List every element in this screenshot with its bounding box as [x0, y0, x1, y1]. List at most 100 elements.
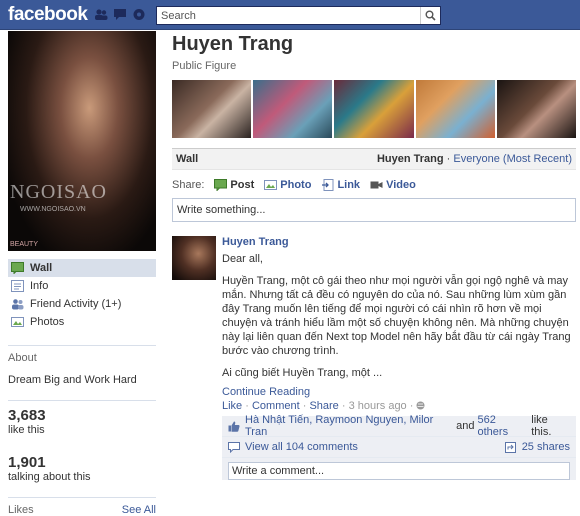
strip-photo[interactable]: [253, 80, 333, 138]
wall-composer: [172, 198, 576, 222]
share-option-label: Photo: [280, 179, 312, 191]
about-section: About Dream Big and Work Hard: [8, 345, 156, 386]
share-option-label: Post: [230, 179, 255, 191]
talking-count: 1,901: [8, 454, 46, 471]
sidebar-item-friend-activity[interactable]: Friend Activity (1+): [8, 295, 156, 313]
share-video-button[interactable]: Video: [370, 179, 416, 191]
story-teaser: Ai cũng biết Huyền Trang, một ...: [222, 367, 383, 379]
friend-requests-icon[interactable]: [94, 8, 108, 21]
share-option-label: Link: [337, 179, 361, 191]
shares-count: 25 shares: [521, 441, 570, 453]
likers-names[interactable]: Hà Nhật Tiến, Raymoon Nguyen, Milor Tran: [245, 414, 453, 438]
thumbs-up-icon: [228, 421, 240, 432]
comments-summary: View all 104 comments 25 shares: [222, 437, 576, 458]
view-comments-label: View all 104 comments: [245, 441, 358, 453]
share-link-button[interactable]: Link: [321, 179, 360, 191]
talking-label: talking about this: [8, 471, 91, 483]
photos-icon: [11, 316, 24, 328]
wall-story: Huyen Trang Dear all, Huyền Trang, một c…: [172, 236, 576, 480]
search-input[interactable]: [157, 7, 417, 24]
link-icon: [321, 179, 334, 191]
top-bar: facebook: [0, 0, 580, 30]
sidebar-nav: Wall Info Friend Activity (1+) Photos: [8, 259, 156, 331]
comment-input[interactable]: [232, 465, 569, 477]
globe-icon: [416, 400, 425, 412]
sidebar-item-label: Info: [30, 280, 49, 292]
strip-photo[interactable]: [172, 80, 252, 138]
picture-url: WWW.NGOISAO.VN: [20, 206, 86, 213]
strip-photo[interactable]: [415, 80, 495, 138]
likers-others[interactable]: 562 others: [478, 414, 529, 438]
story-body: Huyen Trang Dear all, Huyền Trang, một c…: [222, 236, 576, 480]
wall-header: Wall Huyen Trang · Everyone (Most Recent…: [172, 148, 576, 170]
comment-icon: [228, 441, 240, 453]
like-link[interactable]: Like: [222, 400, 242, 412]
wall-title: Wall: [176, 153, 199, 165]
share-link[interactable]: Share: [309, 400, 338, 412]
strip-photo[interactable]: [334, 80, 414, 138]
likes-count: 3,683: [8, 407, 46, 424]
likes-section-title: Likes: [8, 504, 34, 516]
see-all-link[interactable]: See All: [122, 504, 156, 516]
story-actions: Like · Comment · Share · 3 hours ago ·: [222, 400, 576, 412]
wall-owner[interactable]: Huyen Trang: [377, 153, 444, 165]
story-greeting: Dear all,: [222, 253, 263, 265]
likes-stat: 3,683 like this: [8, 400, 156, 436]
sidebar-item-wall[interactable]: Wall: [8, 259, 156, 277]
main-column: Huyen Trang Public Figure Wall Huyen Tra…: [172, 31, 577, 480]
left-column: NGOISAO WWW.NGOISAO.VN BEAUTY Wall Info …: [8, 31, 156, 516]
wall-icon: [11, 262, 24, 274]
share-post-button[interactable]: Post: [214, 179, 254, 191]
shares-link[interactable]: 25 shares: [504, 441, 570, 453]
share-icon: [504, 441, 517, 453]
share-photo-button[interactable]: Photo: [264, 179, 311, 191]
wall-separator: ·: [446, 153, 451, 165]
sidebar-item-label: Wall: [30, 262, 53, 274]
composer-input[interactable]: [177, 204, 575, 216]
sidebar-item-label: Friend Activity (1+): [30, 298, 122, 310]
likes-section-header: Likes See All: [8, 497, 156, 516]
likers-suffix: like this.: [531, 414, 552, 438]
picture-brand: BEAUTY: [10, 241, 39, 248]
profile-picture[interactable]: NGOISAO WWW.NGOISAO.VN BEAUTY: [8, 31, 156, 251]
continue-reading-link[interactable]: Continue Reading: [222, 386, 576, 398]
search-box: [156, 6, 441, 25]
share-label: Share:: [172, 179, 205, 191]
friend-activity-icon: [11, 298, 24, 310]
talking-stat: 1,901 talking about this: [8, 450, 156, 483]
feedback-panel: Hà Nhật Tiến, Raymoon Nguyen, Milor Tran…: [222, 414, 576, 480]
wall-filter: Huyen Trang · Everyone (Most Recent): [377, 153, 572, 165]
page-category: Public Figure: [172, 60, 237, 72]
search-icon[interactable]: [420, 7, 440, 24]
status-icon: [214, 179, 228, 191]
comment-box: [228, 462, 570, 480]
share-bar: Share: Post Photo Link Video: [172, 178, 576, 192]
comment-link[interactable]: Comment: [252, 400, 300, 412]
share-option-label: Video: [386, 179, 416, 191]
sidebar-item-label: Photos: [30, 316, 65, 328]
story-timestamp[interactable]: 3 hours ago: [349, 400, 407, 412]
picture-watermark: NGOISAO: [10, 181, 107, 203]
about-text: Dream Big and Work Hard: [8, 374, 137, 386]
messages-icon[interactable]: [113, 8, 127, 21]
page-title: Huyen Trang: [172, 33, 294, 55]
photo-icon: [264, 179, 278, 191]
likers-and: and: [456, 420, 475, 432]
story-paragraph: Huyền Trang, một cô gái theo như mọi ngư…: [222, 275, 571, 357]
story-author[interactable]: Huyen Trang: [222, 236, 576, 248]
facebook-logo[interactable]: facebook: [8, 4, 88, 26]
story-text: Dear all, Huyền Trang, một cô gái theo n…: [222, 252, 576, 380]
sidebar-item-photos[interactable]: Photos: [8, 313, 156, 331]
info-icon: [11, 280, 24, 292]
likes-summary: Hà Nhật Tiến, Raymoon Nguyen, Milor Tran…: [222, 414, 576, 438]
likes-label: like this: [8, 424, 45, 436]
about-title: About: [8, 352, 37, 364]
view-comments-link[interactable]: View all 104 comments: [228, 441, 358, 453]
photo-strip: [172, 80, 577, 138]
wall-filter-link[interactable]: Everyone (Most Recent): [453, 153, 572, 165]
strip-photo[interactable]: [496, 80, 577, 138]
notifications-icon[interactable]: [132, 8, 146, 21]
avatar[interactable]: [172, 236, 216, 280]
video-icon: [370, 179, 383, 191]
sidebar-item-info[interactable]: Info: [8, 277, 156, 295]
